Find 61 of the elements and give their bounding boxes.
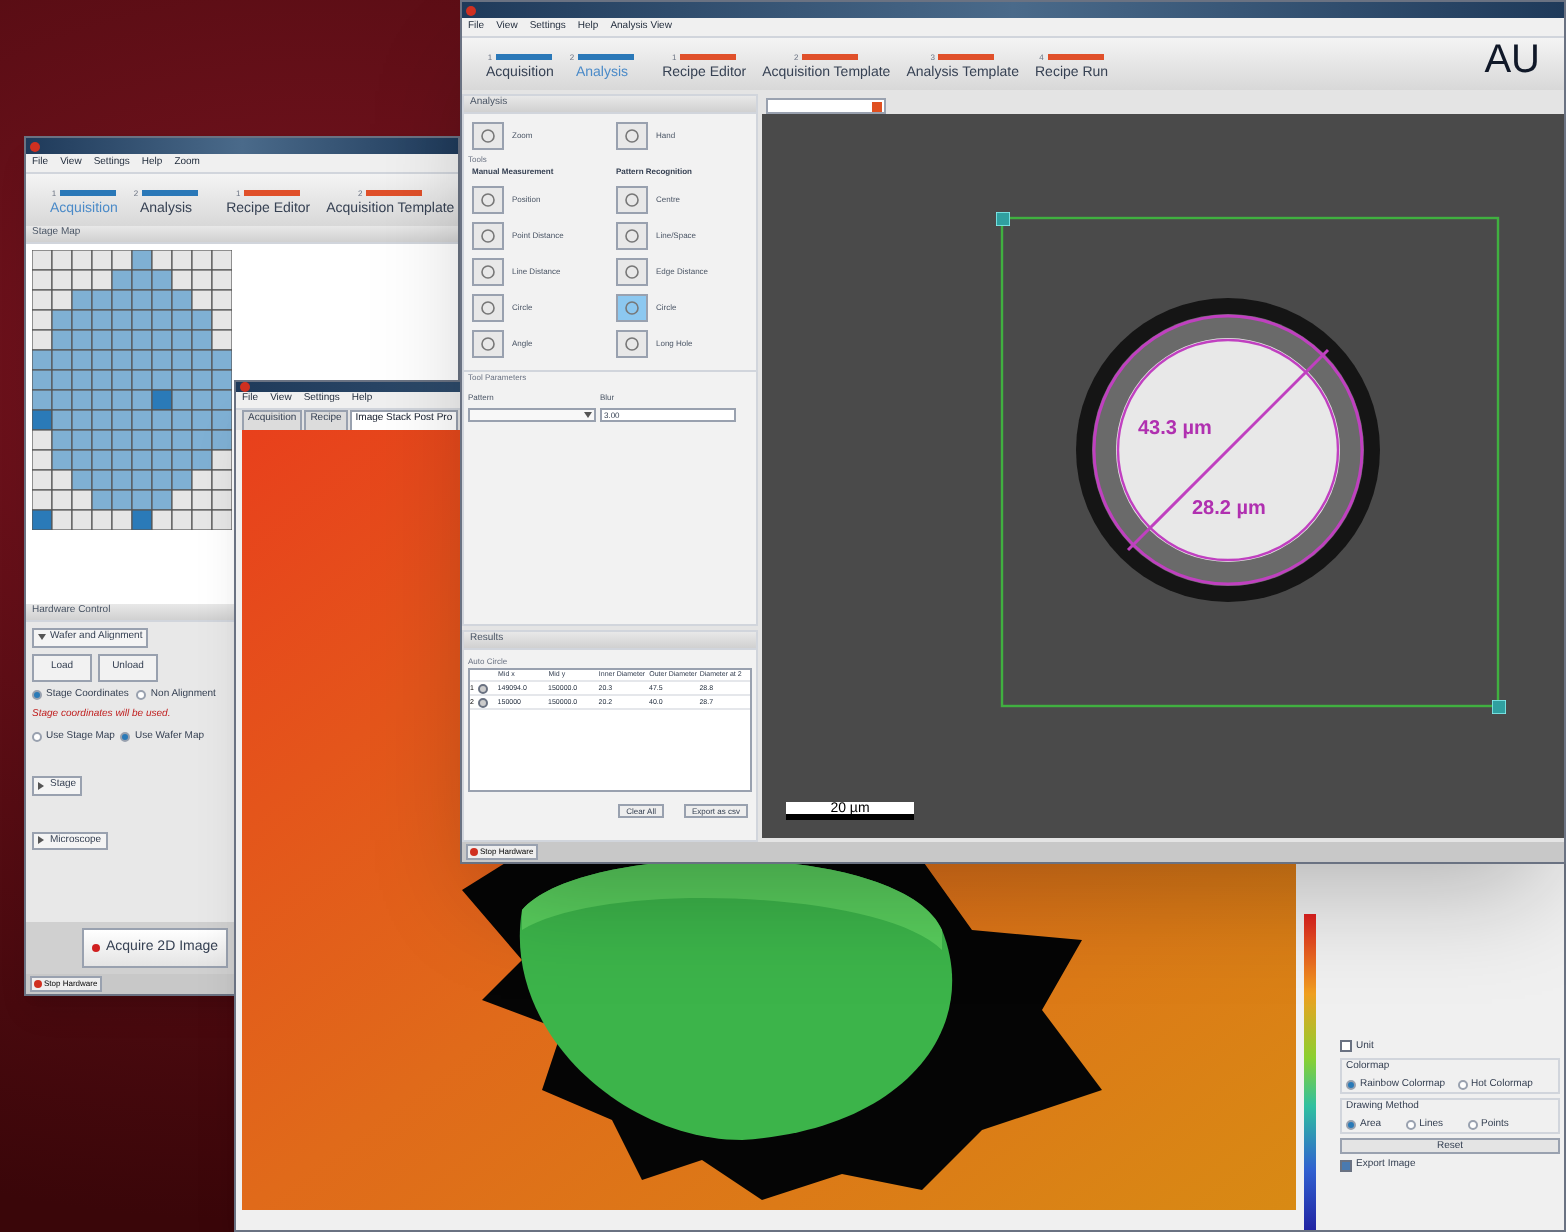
checkbox[interactable] [1340, 1040, 1352, 1053]
tool-icon [624, 192, 640, 208]
tool-icon [480, 228, 496, 244]
radio-button[interactable] [32, 731, 42, 742]
app-icon [466, 5, 476, 15]
progress-line-icon [578, 54, 635, 60]
radio-button[interactable] [1346, 1119, 1356, 1130]
tool-icon [480, 264, 496, 280]
tool-button[interactable] [472, 258, 504, 286]
tool-icon [624, 336, 640, 352]
tool-button[interactable] [472, 294, 504, 322]
progress-line-icon [496, 54, 553, 60]
tool-icon [624, 300, 640, 316]
image-tab[interactable] [766, 98, 886, 114]
progress-line-icon [680, 54, 737, 60]
measurement-label: 43.3 µm [1138, 416, 1212, 444]
resize-handle [996, 212, 1010, 226]
tool-button[interactable] [616, 222, 648, 250]
tool-button[interactable] [616, 294, 648, 322]
progress-line-icon [1047, 54, 1104, 60]
tool-button[interactable] [472, 186, 504, 214]
pattern-dropdown[interactable] [468, 408, 596, 422]
tool-button[interactable] [472, 330, 504, 358]
tool-icon [480, 336, 496, 352]
tool-icon [624, 228, 640, 244]
tool-button[interactable] [616, 186, 648, 214]
radio-button[interactable] [1346, 1079, 1356, 1090]
app-icon [30, 141, 40, 151]
tool-icon [480, 192, 496, 208]
logo-text: AU [1484, 40, 1540, 80]
checkbox[interactable] [1340, 1159, 1352, 1172]
tool-icon [480, 128, 496, 144]
app-icon [240, 382, 250, 392]
tool-button[interactable] [616, 258, 648, 286]
radio-button[interactable] [136, 689, 147, 700]
stop-icon [34, 980, 42, 988]
radio-button[interactable] [120, 731, 131, 742]
progress-line-icon [366, 190, 423, 196]
caret-down-icon [38, 633, 46, 642]
caret-right-icon [38, 836, 46, 845]
tool-button[interactable] [616, 122, 648, 150]
radio-button[interactable] [1467, 1119, 1478, 1130]
radio-button[interactable] [32, 689, 42, 700]
progress-line-icon [938, 54, 995, 60]
tool-button[interactable] [616, 330, 648, 358]
tool-button[interactable] [472, 122, 504, 150]
caret-right-icon [38, 781, 46, 790]
resize-handle [1492, 700, 1506, 714]
progress-line-icon [60, 190, 117, 196]
radio-button[interactable] [1457, 1079, 1468, 1090]
stop-icon [470, 848, 478, 856]
tool-button[interactable] [472, 222, 504, 250]
tool-icon [480, 300, 496, 316]
progress-line-icon [142, 190, 199, 196]
tool-icon [624, 264, 640, 280]
close-icon[interactable] [872, 101, 882, 111]
progress-line-icon [244, 190, 301, 196]
measurement-label: 28.2 µm [1192, 496, 1266, 524]
radio-button[interactable] [1405, 1119, 1416, 1130]
tool-icon [624, 128, 640, 144]
progress-line-icon [802, 54, 859, 60]
